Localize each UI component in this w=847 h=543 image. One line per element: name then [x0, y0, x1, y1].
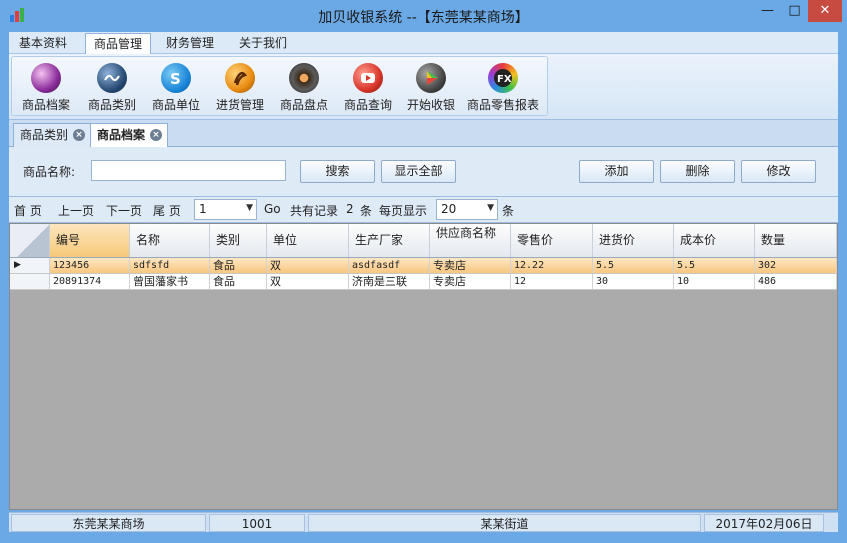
- status-date: 2017年02月06日: [704, 514, 824, 532]
- add-button[interactable]: 添加: [579, 160, 654, 183]
- close-tab-icon[interactable]: ×: [73, 129, 86, 141]
- total-records-count: 2: [346, 202, 354, 216]
- ribbon-query[interactable]: 商品查询: [338, 63, 398, 117]
- ribbon-retail-report[interactable]: FX 商品零售报表: [464, 63, 542, 117]
- app-window: 加贝收银系统 --【东莞某某商场】 — □ ✕ 基本资料 商品管理 财务管理 关…: [0, 0, 847, 543]
- per-page-select[interactable]: 20 ▼: [436, 199, 498, 220]
- cashier-icon: [416, 63, 446, 93]
- table-header: 编号 名称 类别 单位 生产厂家 供应商名称 零售价 进货价 成本价 数量: [10, 224, 837, 258]
- ribbon-cashier[interactable]: 开始收银: [401, 63, 461, 117]
- go-button[interactable]: Go: [264, 202, 281, 216]
- document-tabs: 商品类别 × 商品档案 ×: [9, 120, 838, 148]
- product-name-input[interactable]: [91, 160, 286, 181]
- product-file-icon: [31, 63, 61, 93]
- col-header-unit[interactable]: 单位: [267, 224, 349, 257]
- menu-product-management[interactable]: 商品管理: [85, 33, 152, 54]
- total-records-label: 共有记录: [290, 204, 339, 218]
- menu-basic-info[interactable]: 基本资料: [11, 33, 75, 54]
- chevron-down-icon: ▼: [246, 203, 253, 213]
- status-bar: 东莞某某商场 1001 某某街道 2017年02月06日: [9, 512, 838, 532]
- search-panel: 商品名称: 搜索 显示全部 添加 删除 修改: [9, 147, 838, 197]
- col-header-name[interactable]: 名称: [130, 224, 210, 257]
- col-header-supplier[interactable]: 供应商名称: [430, 224, 511, 257]
- col-header-code[interactable]: 编号: [50, 224, 130, 257]
- query-icon: [353, 63, 383, 93]
- per-page-label: 每页显示: [379, 204, 428, 218]
- chevron-down-icon: ▼: [487, 203, 494, 213]
- product-name-label: 商品名称:: [23, 165, 76, 179]
- delete-button[interactable]: 删除: [660, 160, 735, 183]
- col-header-quantity[interactable]: 数量: [755, 224, 837, 257]
- inventory-icon: [289, 63, 319, 93]
- status-code: 1001: [209, 514, 305, 532]
- col-header-category[interactable]: 类别: [210, 224, 267, 257]
- next-page-link[interactable]: 下一页: [106, 202, 142, 219]
- tab-product-file[interactable]: 商品档案 ×: [90, 123, 169, 148]
- purchase-icon: [225, 63, 255, 93]
- show-all-button[interactable]: 显示全部: [381, 160, 456, 183]
- first-page-link[interactable]: 首 页: [14, 202, 42, 219]
- product-table: 编号 名称 类别 单位 生产厂家 供应商名称 零售价 进货价 成本价 数量 ▶ …: [9, 223, 838, 510]
- status-address: 某某街道: [308, 514, 701, 532]
- per-page-unit: 条: [502, 204, 515, 218]
- window-title: 加贝收银系统 --【东莞某某商场】: [318, 10, 529, 26]
- col-header-cost-price[interactable]: 成本价: [674, 224, 755, 257]
- product-unit-icon: S: [161, 63, 191, 93]
- ribbon-product-unit[interactable]: S 商品单位: [146, 63, 206, 117]
- minimize-button[interactable]: —: [754, 0, 781, 22]
- total-records-unit: 条: [360, 204, 373, 218]
- menu-about[interactable]: 关于我们: [231, 33, 295, 54]
- title-bar: 加贝收银系统 --【东莞某某商场】 — □ ✕: [0, 0, 847, 32]
- row-pointer-icon: ▶: [10, 258, 50, 273]
- close-tab-icon[interactable]: ×: [150, 129, 163, 141]
- last-page-link[interactable]: 尾 页: [153, 202, 181, 219]
- col-header-manufacturer[interactable]: 生产厂家: [349, 224, 430, 257]
- select-all-corner[interactable]: [10, 224, 50, 257]
- ribbon-group: 商品档案 商品类别 S 商品单位 进货管理 商品盘点 商品查询 开始收银 FX …: [11, 56, 548, 116]
- ribbon-purchase[interactable]: 进货管理: [210, 63, 270, 117]
- col-header-retail-price[interactable]: 零售价: [511, 224, 593, 257]
- ribbon-product-file[interactable]: 商品档案: [16, 63, 76, 117]
- tab-product-category[interactable]: 商品类别 ×: [13, 123, 92, 147]
- table-row[interactable]: ▶ 123456 sdfsfd 食品 双 asdfasdf 专卖店 12.22 …: [10, 258, 837, 274]
- ribbon: 商品档案 商品类别 S 商品单位 进货管理 商品盘点 商品查询 开始收银 FX …: [9, 54, 838, 120]
- pager: 首 页 上一页 下一页 尾 页 1 ▼ Go 共有记录 2 条 每页显示 20 …: [9, 197, 838, 223]
- svg-text:S: S: [170, 70, 181, 88]
- svg-text:FX: FX: [497, 74, 512, 85]
- ribbon-inventory[interactable]: 商品盘点: [274, 63, 334, 117]
- menu-finance[interactable]: 财务管理: [158, 33, 222, 54]
- table-row[interactable]: 20891374 曾国藩家书 食品 双 济南是三联 专卖店 12 30 10 4…: [10, 274, 837, 290]
- menu-bar: 基本资料 商品管理 财务管理 关于我们: [9, 32, 838, 54]
- maximize-button[interactable]: □: [781, 0, 808, 22]
- close-button[interactable]: ✕: [808, 0, 842, 22]
- edit-button[interactable]: 修改: [741, 160, 816, 183]
- status-store: 东莞某某商场: [11, 514, 206, 532]
- col-header-purchase-price[interactable]: 进货价: [593, 224, 674, 257]
- product-category-icon: [97, 63, 127, 93]
- page-select[interactable]: 1 ▼: [194, 199, 257, 220]
- prev-page-link[interactable]: 上一页: [58, 202, 94, 219]
- report-icon: FX: [488, 63, 518, 93]
- search-button[interactable]: 搜索: [300, 160, 375, 183]
- ribbon-product-category[interactable]: 商品类别: [82, 63, 142, 117]
